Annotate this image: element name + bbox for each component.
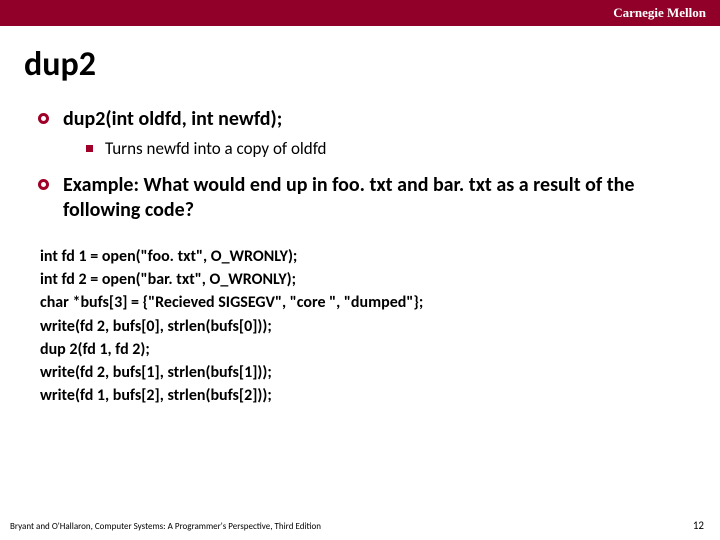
bullet-1: dup2(int oldfd, int newfd); [38,107,692,132]
bullet-2-text: Example: What would end up in foo. txt a… [63,173,692,223]
code-line: int fd 1 = open("foo. txt", O_WRONLY); [40,245,692,268]
footer-citation: Bryant and O'Hallaron, Computer Systems:… [10,521,321,532]
code-line: dup 2(fd 1, fd 2); [40,338,692,361]
header-bar: Carnegie Mellon [0,0,720,26]
square-bullet-icon [86,145,93,152]
institution-label: Carnegie Mellon [613,5,706,21]
bullet-1-text: dup2(int oldfd, int newfd); [63,107,282,132]
footer: Bryant and O'Hallaron, Computer Systems:… [0,519,720,532]
code-line: write(fd 1, bufs[2], strlen(bufs[2])); [40,384,692,407]
code-line: int fd 2 = open("bar. txt", O_WRONLY); [40,268,692,291]
bullet-2: Example: What would end up in foo. txt a… [38,173,692,223]
circle-bullet-icon [38,113,49,124]
code-block: int fd 1 = open("foo. txt", O_WRONLY); i… [38,245,692,407]
bullet-1-sub-1-text: Turns newfd into a copy of oldfd [105,138,326,159]
slide-title: dup2 [0,26,720,93]
bullet-1-sub-1: Turns newfd into a copy of oldfd [86,138,692,159]
circle-bullet-icon [38,179,49,190]
slide-content: dup2(int oldfd, int newfd); Turns newfd … [0,107,720,407]
code-line: write(fd 2, bufs[1], strlen(bufs[1])); [40,361,692,384]
code-line: char *bufs[3] = {"Recieved SIGSEGV", "co… [40,291,692,314]
page-number: 12 [693,519,704,532]
code-line: write(fd 2, bufs[0], strlen(bufs[0])); [40,315,692,338]
